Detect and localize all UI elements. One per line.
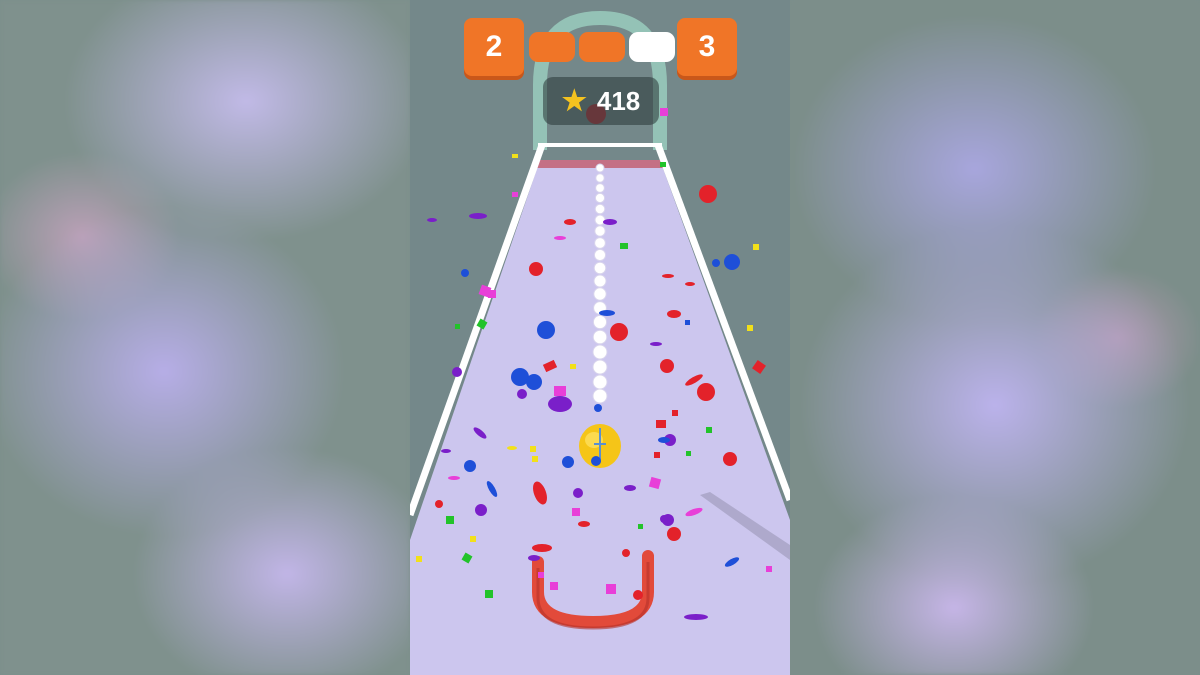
next-level-badge: 3	[677, 18, 737, 76]
stage-progress-segment-2	[579, 32, 625, 62]
current-level-badge: 2	[464, 18, 524, 76]
score-value: 418	[596, 85, 641, 116]
score-display: ★ 418	[543, 77, 659, 125]
star-icon: ★	[561, 85, 587, 116]
stage-progress-segment-3	[629, 32, 675, 62]
blurred-background-right	[790, 0, 1200, 675]
stage-progress-segment-1	[529, 32, 575, 62]
blurred-background-left	[0, 0, 410, 675]
game-viewport[interactable]: 2 3 ★ 418	[410, 0, 790, 675]
